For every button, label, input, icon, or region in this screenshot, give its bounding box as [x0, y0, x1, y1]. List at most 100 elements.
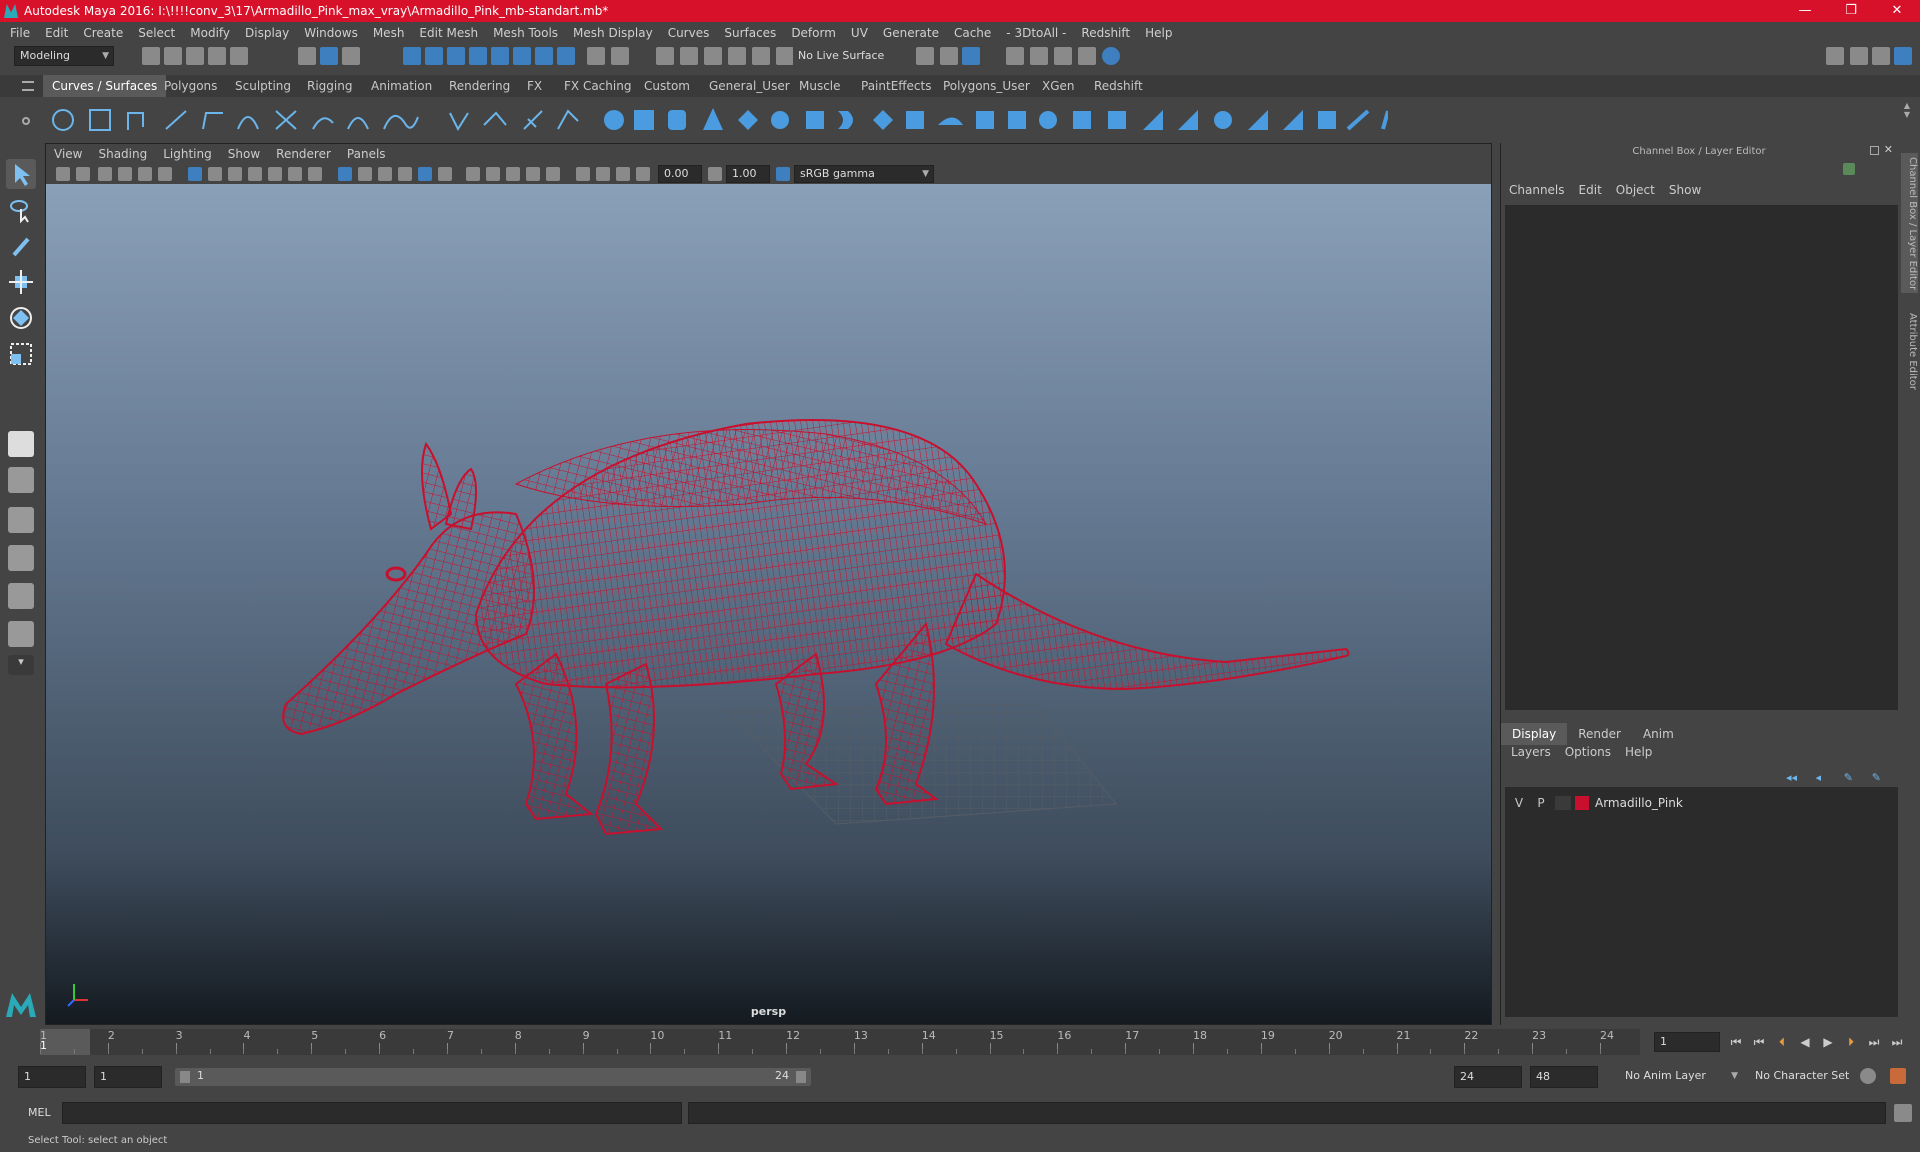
play-forward-icon[interactable]: ▶ — [1820, 1034, 1836, 1050]
2d-pan-zoom-icon[interactable] — [158, 167, 172, 181]
anim-layer-dropdown[interactable]: No Anim Layer ▼ — [1620, 1066, 1742, 1088]
menu-cache[interactable]: Cache — [954, 26, 991, 40]
construction-history-icon[interactable] — [656, 47, 674, 65]
render-view-icon[interactable] — [940, 47, 958, 65]
mode-dropdown[interactable]: Modeling ▼ — [14, 46, 114, 66]
ambient-occlusion-icon[interactable] — [486, 167, 500, 181]
camera-attributes-icon[interactable] — [76, 167, 90, 181]
select-tool-icon[interactable] — [6, 159, 36, 189]
channel-box-toggle-icon[interactable] — [1894, 47, 1912, 65]
field-chart-icon[interactable] — [268, 167, 282, 181]
timeline-track[interactable]: 1 1 2 3 4 5 6 7 8 9 10 11 12 13 14 15 16 17 18 19 20 21 22 23 2… — [40, 1029, 1640, 1055]
new-layer-selected-icon[interactable]: ✎ — [1872, 771, 1881, 784]
move-layer-up-icon[interactable]: ◂◂ — [1786, 771, 1797, 784]
tab-muscle[interactable]: Muscle — [790, 75, 850, 97]
panel-menu-show[interactable]: Show — [228, 147, 260, 161]
layout-outliner-icon[interactable] — [8, 545, 34, 571]
menu-mesh[interactable]: Mesh — [373, 26, 405, 40]
tab-fx[interactable]: FX — [518, 75, 551, 97]
tab-rendering[interactable]: Rendering — [440, 75, 519, 97]
select-hierarchy-icon[interactable] — [298, 47, 316, 65]
script-editor-icon[interactable] — [1894, 1104, 1912, 1122]
select-component-icon[interactable] — [342, 47, 360, 65]
resolution-gate-icon[interactable] — [228, 167, 242, 181]
panel-menu-lighting[interactable]: Lighting — [163, 147, 212, 161]
menu-deform[interactable]: Deform — [791, 26, 836, 40]
gamma-icon[interactable] — [708, 167, 722, 181]
anti-aliasing-icon[interactable] — [526, 167, 540, 181]
shelf-scroll-icon[interactable]: ▲ ▼ — [1904, 101, 1910, 119]
tab-rigging[interactable]: Rigging — [298, 75, 361, 97]
current-time-indicator[interactable] — [40, 1029, 90, 1055]
character-set-dropdown[interactable]: No Character Set — [1750, 1066, 1872, 1088]
layer-playback-toggle[interactable]: P — [1533, 792, 1549, 814]
isolate-select-icon[interactable] — [576, 167, 590, 181]
rotate-tool-icon[interactable] — [6, 303, 36, 333]
snap-point-icon[interactable] — [447, 47, 465, 65]
bookmark-icon[interactable] — [98, 167, 112, 181]
gate-mask-icon[interactable] — [248, 167, 262, 181]
workspace-icon[interactable] — [1826, 47, 1844, 65]
panel-menu-panels[interactable]: Panels — [347, 147, 386, 161]
snap-surface-icon[interactable] — [491, 47, 509, 65]
step-back-key-icon[interactable]: ⏮ — [1751, 1034, 1767, 1050]
layer-color-swatch[interactable] — [1575, 796, 1589, 810]
play-backward-icon[interactable]: ◀ — [1797, 1034, 1813, 1050]
tab-anim[interactable]: Anim — [1632, 723, 1685, 745]
new-scene-icon[interactable] — [142, 47, 160, 65]
panel-menu-shading[interactable]: Shading — [98, 147, 147, 161]
menu-curves[interactable]: Curves — [668, 26, 710, 40]
tab-general-user[interactable]: General_User — [700, 75, 799, 97]
tab-curves-surfaces[interactable]: Curves / Surfaces — [43, 75, 167, 97]
paint-select-tool-icon[interactable] — [6, 231, 36, 261]
color-management-icon[interactable] — [776, 167, 790, 181]
layer-menu-help[interactable]: Help — [1625, 745, 1652, 765]
go-to-end-icon[interactable]: ⏭ — [1889, 1034, 1905, 1050]
snap-pivot-icon[interactable] — [513, 47, 531, 65]
tab-polygons-user[interactable]: Polygons_User — [934, 75, 1039, 97]
render-globals-icon[interactable] — [1078, 47, 1096, 65]
render-settings-icon[interactable] — [1030, 47, 1048, 65]
redo-icon[interactable] — [230, 47, 248, 65]
render-setup-icon[interactable] — [916, 47, 934, 65]
wireframe-on-shaded-icon[interactable] — [378, 167, 392, 181]
camera-icon[interactable] — [56, 167, 70, 181]
menu-edit[interactable]: Edit — [45, 26, 68, 40]
shelf-menu-icon[interactable] — [22, 81, 34, 91]
snap-view-icon[interactable] — [469, 47, 487, 65]
side-tab-channel-box[interactable]: Channel Box / Layer Editor — [1901, 153, 1918, 293]
safe-title-icon[interactable] — [308, 167, 322, 181]
symmetry-icon[interactable] — [557, 47, 575, 65]
scale-tool-icon[interactable] — [6, 339, 36, 369]
smooth-shade-icon[interactable] — [358, 167, 372, 181]
grease-pencil-icon[interactable] — [138, 167, 152, 181]
playback-end-field[interactable]: 24 — [1454, 1066, 1522, 1088]
close-panel-icon[interactable]: ✕ — [1884, 143, 1893, 156]
tab-redshift[interactable]: Redshift — [1085, 75, 1152, 97]
layer-visibility-toggle[interactable]: V — [1511, 792, 1527, 814]
lock-icon[interactable] — [587, 47, 605, 65]
xray-components-icon[interactable] — [616, 167, 630, 181]
layout-hypershade-icon[interactable] — [8, 621, 34, 647]
menu-uv[interactable]: UV — [851, 26, 868, 40]
gamma-field[interactable]: 1.00 — [726, 165, 770, 183]
tab-custom[interactable]: Custom — [635, 75, 699, 97]
menu-mesh-display[interactable]: Mesh Display — [573, 26, 653, 40]
render-ball-icon[interactable] — [1102, 47, 1120, 65]
menu-select[interactable]: Select — [138, 26, 175, 40]
select-object-icon[interactable] — [320, 47, 338, 65]
range-start-handle[interactable] — [180, 1071, 190, 1083]
3d-viewport[interactable]: persp — [46, 184, 1491, 1024]
colorspace-dropdown[interactable]: sRGB gamma ▼ — [794, 165, 934, 183]
minimize-button[interactable]: — — [1782, 0, 1828, 22]
restore-button[interactable]: ❐ — [1828, 0, 1874, 22]
range-slider-bar[interactable]: 1 24 — [175, 1068, 811, 1086]
step-forward-key-icon[interactable]: ⏭ — [1866, 1034, 1882, 1050]
go-to-start-icon[interactable]: ⏮ — [1728, 1034, 1744, 1050]
tab-display[interactable]: Display — [1501, 723, 1568, 745]
menu-modify[interactable]: Modify — [190, 26, 230, 40]
save-scene-icon[interactable] — [186, 47, 204, 65]
start-time-field[interactable]: 1 — [18, 1066, 86, 1088]
step-back-frame-icon[interactable]: ⏴ — [1774, 1034, 1790, 1050]
channel-menu-channels[interactable]: Channels — [1509, 183, 1565, 203]
